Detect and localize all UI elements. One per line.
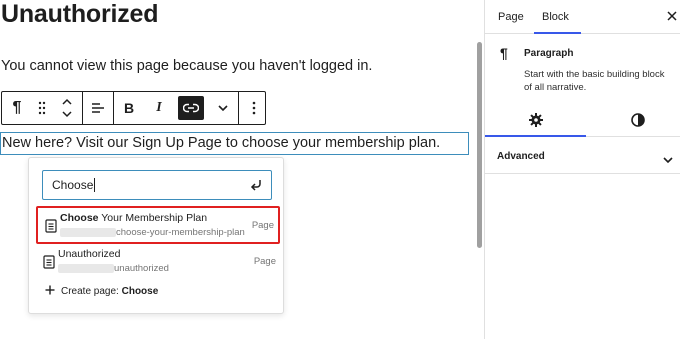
suggestion-url-path: unauthorized xyxy=(114,263,169,274)
suggestion-url: choose-your-membership-plan xyxy=(60,227,245,238)
editor-canvas: Unauthorized You cannot view this page b… xyxy=(0,0,475,339)
page-icon xyxy=(43,255,57,271)
block-card-description: Start with the basic building block of a… xyxy=(524,69,665,93)
editor-scrollbar-thumb[interactable] xyxy=(477,42,482,248)
block-editor-screen: Unauthorized You cannot view this page b… xyxy=(0,0,680,339)
create-page-button[interactable]: Create page: Choose xyxy=(45,285,158,298)
create-page-term: Choose xyxy=(121,286,159,297)
block-type-group: ¶ xyxy=(2,92,83,124)
blurred-domain xyxy=(58,264,114,273)
suggestion-url: unauthorized xyxy=(58,263,169,274)
advanced-panel-label: Advanced xyxy=(497,151,545,162)
align-group xyxy=(83,92,114,124)
suggestion-title-rest: Unauthorized xyxy=(58,248,121,260)
create-page-prefix: Create page: xyxy=(61,286,119,297)
page-title[interactable]: Unauthorized xyxy=(1,0,159,29)
suggestion-title: Choose Your Membership Plan xyxy=(60,212,207,224)
link-button[interactable] xyxy=(174,92,208,124)
suggestion-url-path: choose-your-membership-plan xyxy=(116,227,245,238)
link-icon xyxy=(178,96,204,120)
settings-sidebar: Page Block ¶ Paragraph Start with the ba… xyxy=(484,0,680,339)
active-tab-indicator xyxy=(534,32,581,34)
block-toolbar: ¶ B I xyxy=(1,91,266,125)
advanced-panel-toggle[interactable]: Advanced xyxy=(485,138,680,174)
drag-handle-icon[interactable] xyxy=(32,92,52,124)
align-icon[interactable] xyxy=(83,92,113,124)
settings-gear-icon[interactable] xyxy=(528,112,546,130)
more-rich-text-chevron-icon[interactable] xyxy=(208,92,238,124)
suggestion-type: Page xyxy=(251,220,274,231)
link-suggestion-item[interactable]: Unauthorized unauthorized Page xyxy=(36,244,280,282)
options-group xyxy=(239,92,269,124)
active-inspector-tab-indicator xyxy=(485,135,586,137)
link-search-input[interactable]: Choose xyxy=(42,170,272,200)
suggestion-type: Page xyxy=(253,256,276,267)
pilcrow-icon: ¶ xyxy=(500,45,508,61)
sidebar-tabs: Page Block xyxy=(485,0,680,34)
options-kebab-icon[interactable] xyxy=(239,92,269,124)
move-up-down-icon[interactable] xyxy=(52,92,82,124)
block-card-title: Paragraph xyxy=(524,48,574,59)
selected-paragraph-block[interactable]: New here? Visit our Sign Up Page to choo… xyxy=(0,132,469,155)
link-search-value: Choose xyxy=(52,178,94,192)
submit-return-icon[interactable] xyxy=(247,176,265,194)
plus-icon xyxy=(45,285,55,298)
create-page-label: Create page: Choose xyxy=(61,286,158,297)
page-icon xyxy=(45,219,59,235)
chevron-down-icon xyxy=(663,151,675,164)
tab-page[interactable]: Page xyxy=(498,11,524,23)
close-icon[interactable] xyxy=(665,9,679,23)
format-group: B I xyxy=(114,92,239,124)
paragraph-block[interactable]: You cannot view this page because you ha… xyxy=(1,58,372,74)
italic-button[interactable]: I xyxy=(144,92,174,124)
text-caret xyxy=(94,178,96,192)
block-inspector-tabs xyxy=(485,104,680,137)
blurred-domain xyxy=(60,228,116,237)
suggestion-title-rest: Your Membership Plan xyxy=(98,212,208,224)
pilcrow-icon[interactable]: ¶ xyxy=(2,92,32,124)
suggestion-title: Unauthorized xyxy=(58,248,120,260)
bold-button[interactable]: B xyxy=(114,92,144,124)
styles-contrast-icon[interactable] xyxy=(630,112,648,130)
link-suggestion-item[interactable]: Choose Your Membership Plan choose-your-… xyxy=(36,206,280,244)
tab-block[interactable]: Block xyxy=(542,11,569,23)
suggestion-title-match: Choose xyxy=(60,212,99,224)
link-control-popover: Choose Choose Your Membership Plan choos… xyxy=(28,157,284,314)
